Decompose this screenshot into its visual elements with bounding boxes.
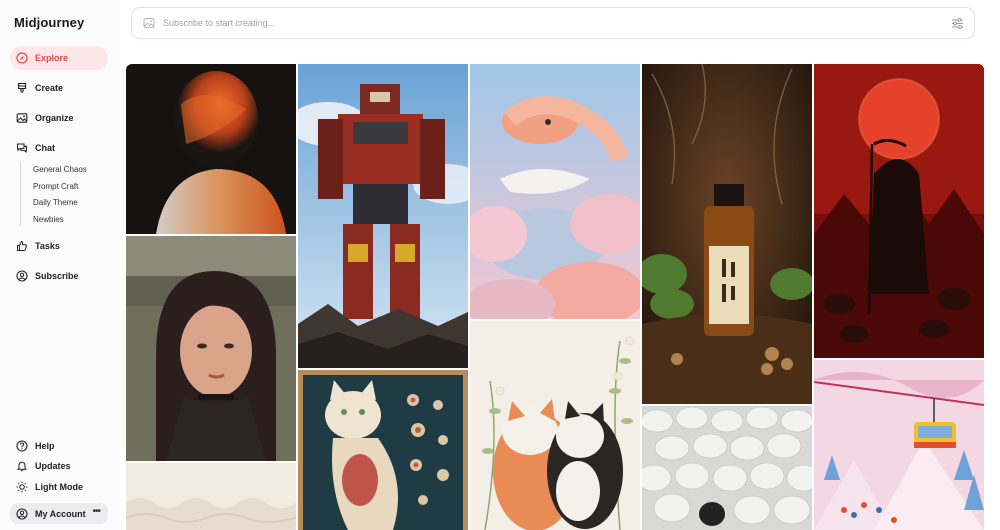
compass-icon [16, 52, 28, 64]
chat-icon [16, 142, 28, 154]
nav-explore[interactable]: Explore [10, 46, 108, 70]
light-mode-toggle[interactable]: Light Mode [10, 475, 108, 499]
gallery-image-blurred-portrait[interactable] [126, 64, 296, 234]
chat-room-daily-theme[interactable]: Daily Theme [33, 195, 87, 212]
gallery-image-white-lace[interactable] [126, 463, 296, 530]
explore-gallery [126, 64, 984, 530]
gallery-image-cat-anatomy[interactable] [298, 370, 468, 530]
chat-room-list: General Chaos Prompt Craft Daily Theme N… [20, 162, 87, 226]
gallery-image-white-sheep[interactable] [642, 406, 812, 530]
my-account-label: My Account [35, 508, 86, 519]
brush-icon [16, 82, 28, 94]
user-circle-icon [16, 507, 28, 520]
chat-room-general-chaos[interactable]: General Chaos [33, 162, 87, 179]
nav-tasks-label: Tasks [35, 241, 60, 251]
sidebar: Midjourney Explore Create Organize Chat … [0, 0, 120, 530]
bell-icon [16, 460, 28, 472]
gallery-image-two-cats[interactable] [470, 321, 640, 530]
gallery-image-liquor-bottle[interactable] [642, 64, 812, 404]
nav-subscribe-label: Subscribe [35, 271, 79, 281]
gallery-image-woman-portrait[interactable] [126, 236, 296, 461]
nav-updates-label: Updates [35, 461, 71, 471]
nav-explore-label: Explore [35, 53, 69, 63]
thumbs-up-icon [16, 240, 28, 252]
gallery-image-gondola[interactable] [814, 360, 984, 530]
nav-create-label: Create [35, 83, 64, 93]
more-options-icon[interactable]: ••• [92, 506, 100, 517]
nav-help-label: Help [35, 441, 55, 451]
light-mode-label: Light Mode [35, 482, 83, 492]
gallery-image-giant-robot[interactable] [298, 64, 468, 368]
nav-organize-label: Organize [35, 113, 74, 123]
gallery-image-red-moon-reaper[interactable] [814, 64, 984, 358]
nav-chat-label: Chat [35, 143, 55, 153]
settings-sliders-icon[interactable] [951, 17, 964, 30]
user-circle-icon [16, 270, 28, 282]
gallery-image-pastel-snake[interactable] [470, 64, 640, 319]
image-upload-icon[interactable] [143, 17, 155, 29]
app-logo[interactable]: Midjourney [14, 15, 84, 30]
nav-organize[interactable]: Organize [10, 106, 108, 130]
chat-room-newbies[interactable]: Newbies [33, 212, 87, 229]
sun-icon [16, 481, 28, 493]
nav-chat[interactable]: Chat [10, 136, 108, 160]
help-icon [16, 440, 28, 452]
search-bar[interactable]: Subscribe to start creating... [131, 7, 975, 39]
search-placeholder: Subscribe to start creating... [163, 18, 276, 28]
my-account-button[interactable]: My Account ••• [10, 503, 108, 524]
nav-subscribe[interactable]: Subscribe [10, 264, 108, 288]
image-icon [16, 112, 28, 124]
nav-create[interactable]: Create [10, 76, 108, 100]
nav-tasks[interactable]: Tasks [10, 234, 108, 258]
chat-room-prompt-craft[interactable]: Prompt Craft [33, 179, 87, 196]
